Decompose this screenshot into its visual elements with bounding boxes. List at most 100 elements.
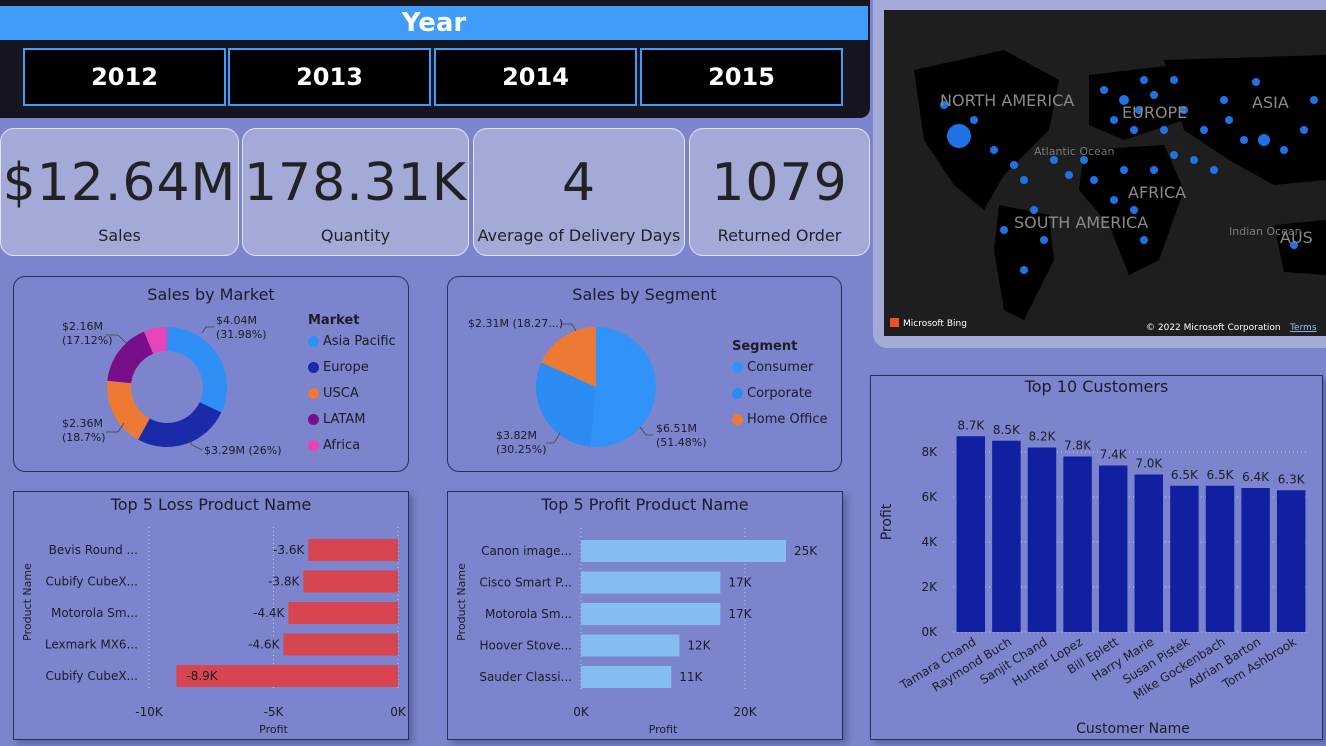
map-data-point[interactable] <box>1150 166 1158 174</box>
legend-item-latam[interactable]: LATAM <box>308 406 396 432</box>
year-button-2014[interactable]: 2014 <box>434 48 637 106</box>
bar[interactable] <box>1276 490 1306 632</box>
slice-europe[interactable] <box>138 402 222 447</box>
map-data-point[interactable] <box>1065 171 1073 179</box>
bar[interactable] <box>581 603 721 625</box>
legend-dot-icon <box>308 387 319 399</box>
legend-item-europe[interactable]: Europe <box>308 354 396 380</box>
map-data-point[interactable] <box>1040 236 1048 244</box>
bar[interactable] <box>1027 447 1057 633</box>
map-data-point[interactable] <box>1020 266 1028 274</box>
map-data-point[interactable] <box>1170 151 1178 159</box>
sales-by-segment-panel: Sales by Segment $6.51M (51.48%) $3.82M (30… <box>447 276 842 472</box>
legend-item-usca[interactable]: USCA <box>308 380 396 406</box>
map-label-asia: ASIA <box>1252 93 1289 112</box>
map-data-point[interactable] <box>947 124 971 148</box>
map-data-point[interactable] <box>1225 116 1233 124</box>
map-data-point[interactable] <box>1010 161 1018 169</box>
map-data-point[interactable] <box>1280 146 1288 154</box>
y-tick-label: 2K <box>921 580 938 594</box>
map-data-point[interactable] <box>1150 91 1158 99</box>
data-label: $2.16M (17.12%) <box>62 320 113 347</box>
slice-consumer[interactable] <box>590 327 656 447</box>
map-data-point[interactable] <box>1140 236 1148 244</box>
top-profit-chart[interactable]: 0K 20K Canon image... 25K Cisco Smart P... 17… <box>448 492 844 741</box>
map-data-point[interactable] <box>1310 96 1318 104</box>
legend-item-corporate[interactable]: Corporate <box>732 380 827 406</box>
year-button-2012[interactable]: 2012 <box>23 48 226 106</box>
bar[interactable] <box>581 634 680 657</box>
map-data-point[interactable] <box>1090 176 1098 184</box>
map-data-point[interactable] <box>1140 76 1148 84</box>
slice-latam[interactable] <box>107 331 154 384</box>
data-label: 17K <box>728 607 752 621</box>
bar[interactable] <box>956 436 986 632</box>
x-tick-label: 0K <box>573 705 590 719</box>
y-axis-title: Profit <box>879 503 895 540</box>
legend-item-africa[interactable]: Africa <box>308 432 396 458</box>
map-data-point[interactable] <box>1220 96 1228 104</box>
bar[interactable] <box>303 570 398 593</box>
data-label: 6.5K <box>1171 468 1199 482</box>
bar[interactable] <box>1170 485 1199 632</box>
category-label: Motorola Sm... <box>51 606 138 620</box>
bar[interactable] <box>283 633 398 656</box>
bar[interactable] <box>1241 488 1270 632</box>
world-map[interactable]: NORTH AMERICA EUROPE ASIA Atlantic Ocean… <box>884 10 1326 336</box>
category-label: Cubify CubeX... <box>45 575 138 589</box>
map-data-point[interactable] <box>1130 126 1138 134</box>
map-data-point[interactable] <box>1252 78 1260 86</box>
map-data-point[interactable] <box>1020 176 1028 184</box>
map-data-point[interactable] <box>990 146 998 154</box>
map-data-point[interactable] <box>1110 116 1118 124</box>
legend-item-asia-pacific[interactable]: Asia Pacific <box>308 328 396 354</box>
map-terms-link[interactable]: Terms <box>1289 323 1317 333</box>
bar[interactable] <box>992 440 1021 632</box>
x-tick-label: -10K <box>135 705 164 719</box>
map-data-point[interactable] <box>1300 126 1308 134</box>
top-loss-chart[interactable]: -10K -5K 0K Bevis Round ... -3.6K Cubify Cube… <box>14 492 410 741</box>
map-data-point[interactable] <box>1160 126 1168 134</box>
data-label: 6.5K <box>1207 468 1235 482</box>
map-data-point[interactable] <box>1120 166 1128 174</box>
category-label: Cubify CubeX... <box>45 669 138 683</box>
bar[interactable] <box>1205 485 1235 632</box>
bar[interactable] <box>581 571 721 594</box>
legend-label: LATAM <box>323 411 366 427</box>
year-button-2015[interactable]: 2015 <box>640 48 843 106</box>
kpi-label: Quantity <box>320 226 391 245</box>
kpi-label: Sales <box>98 226 141 245</box>
map-data-point[interactable] <box>1110 196 1118 204</box>
legend-item-consumer[interactable]: Consumer <box>732 354 827 380</box>
leader-line <box>562 323 577 332</box>
data-label: -8.9K <box>186 669 218 683</box>
bar[interactable] <box>1063 456 1092 633</box>
y-axis-title: Product Name <box>455 563 468 641</box>
bar[interactable] <box>581 666 672 688</box>
map-data-point[interactable] <box>1100 86 1108 94</box>
map-data-point[interactable] <box>1200 126 1208 134</box>
map-data-point[interactable] <box>1210 166 1218 174</box>
bar[interactable] <box>1098 465 1128 633</box>
map-data-point[interactable] <box>1190 156 1198 164</box>
data-label: -4.6K <box>248 638 280 652</box>
bar[interactable] <box>308 539 398 561</box>
category-label: Cisco Smart P... <box>479 576 572 590</box>
kpi-value: 1079 <box>711 153 848 213</box>
top-customers-chart[interactable]: 0K2K4K6K8K8.7KTamara Chand8.5KRaymond Bu… <box>871 376 1324 741</box>
data-label: 12K <box>687 639 711 653</box>
legend-label: Europe <box>323 359 369 375</box>
map-data-point[interactable] <box>1240 136 1248 144</box>
map-data-point[interactable] <box>970 116 978 124</box>
map-data-point[interactable] <box>1258 134 1270 146</box>
legend-item-home-office[interactable]: Home Office <box>732 406 827 432</box>
map-data-point[interactable] <box>1000 226 1008 234</box>
map-data-point[interactable] <box>1170 76 1178 84</box>
year-button-2013[interactable]: 2013 <box>228 48 431 106</box>
map-label-africa: AFRICA <box>1128 183 1186 202</box>
legend-dot-icon <box>308 413 319 425</box>
bar[interactable] <box>581 540 786 562</box>
bar[interactable] <box>288 602 398 624</box>
map-copyright: © 2022 Microsoft Corporation <box>1146 323 1281 333</box>
bar[interactable] <box>1134 474 1164 633</box>
